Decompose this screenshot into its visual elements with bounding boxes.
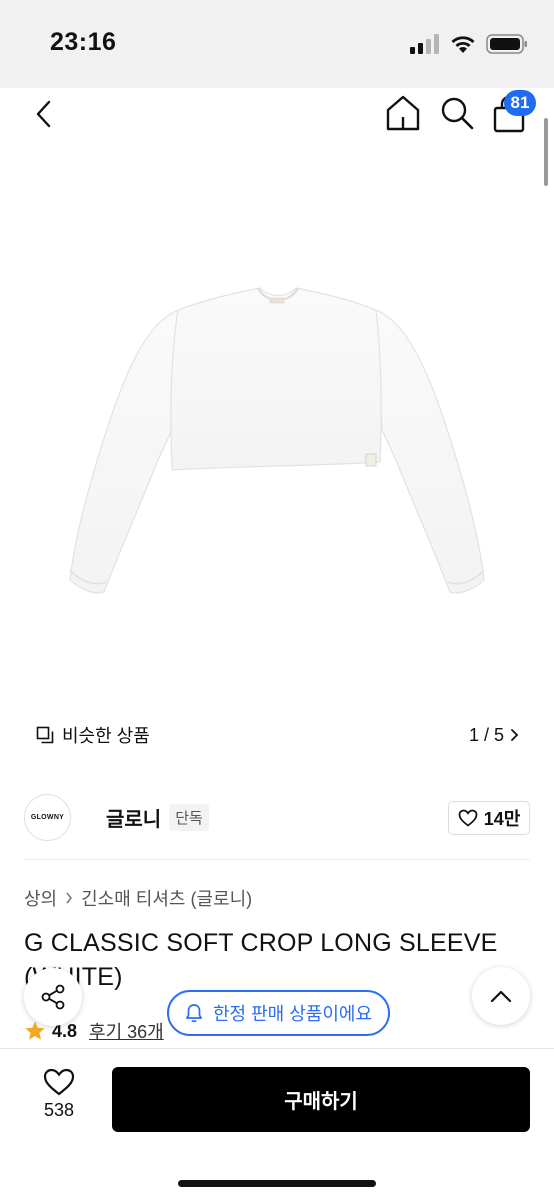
share-icon (41, 984, 65, 1010)
heart-icon (458, 809, 478, 827)
status-icons (410, 34, 528, 54)
scroll-to-top-button[interactable] (472, 967, 530, 1025)
exclusive-tag: 단독 (169, 804, 209, 831)
breadcrumb-category[interactable]: 상의 (24, 885, 57, 911)
chevron-left-icon (36, 100, 51, 128)
scroll-indicator (544, 118, 548, 186)
status-bar: 23:16 (0, 0, 554, 88)
chevron-right-icon (66, 892, 73, 904)
brand-logo[interactable]: GLOWNY (24, 794, 71, 841)
similar-items-icon (36, 726, 54, 744)
brand-like-count: 14만 (483, 809, 521, 829)
wifi-icon (451, 36, 475, 53)
chevron-up-icon (490, 990, 512, 1003)
review-count-link[interactable]: 후기 36개 (89, 1018, 164, 1044)
nav-bar (0, 88, 554, 140)
brand-info[interactable]: GLOWNY 글로니 단독 (24, 794, 209, 841)
share-button[interactable] (24, 968, 82, 1026)
home-button[interactable] (384, 94, 422, 132)
image-counter[interactable]: 1 / 5 (458, 718, 530, 752)
cart-count-badge: 81 (504, 90, 536, 116)
search-button[interactable] (438, 94, 476, 132)
product-title: G CLASSIC SOFT CROP LONG SLEEVE (WHITE) (24, 929, 498, 991)
home-icon (386, 95, 420, 131)
cellular-signal-icon (410, 34, 439, 54)
chevron-right-icon (511, 729, 519, 741)
breadcrumb: 상의 긴소매 티셔츠 (글로니) (24, 885, 252, 911)
wishlist-button[interactable]: 538 (30, 1068, 88, 1128)
limited-sale-label: 한정 판매 상품이에요 (213, 1004, 373, 1024)
product-image[interactable] (60, 270, 494, 610)
heart-icon (43, 1068, 75, 1096)
breadcrumb-subcategory[interactable]: 긴소매 티셔츠 (글로니) (81, 885, 252, 911)
limited-sale-pill[interactable]: 한정 판매 상품이에요 (167, 990, 391, 1036)
brand-like-button[interactable]: 14만 (448, 801, 530, 835)
divider (24, 859, 530, 860)
wishlist-count: 538 (43, 1100, 75, 1120)
bell-icon (185, 1004, 203, 1023)
battery-icon (486, 34, 527, 54)
search-icon (441, 97, 474, 130)
image-counter-text: 1 / 5 (468, 724, 505, 745)
similar-products-label: 비슷한 상품 (62, 726, 150, 746)
brand-name[interactable]: 글로니 (106, 803, 161, 832)
status-time: 23:16 (50, 28, 117, 56)
buy-button[interactable]: 구매하기 (112, 1067, 530, 1132)
similar-products-button[interactable]: 비슷한 상품 (24, 718, 162, 752)
home-indicator (178, 1180, 376, 1187)
back-button[interactable] (28, 96, 58, 132)
